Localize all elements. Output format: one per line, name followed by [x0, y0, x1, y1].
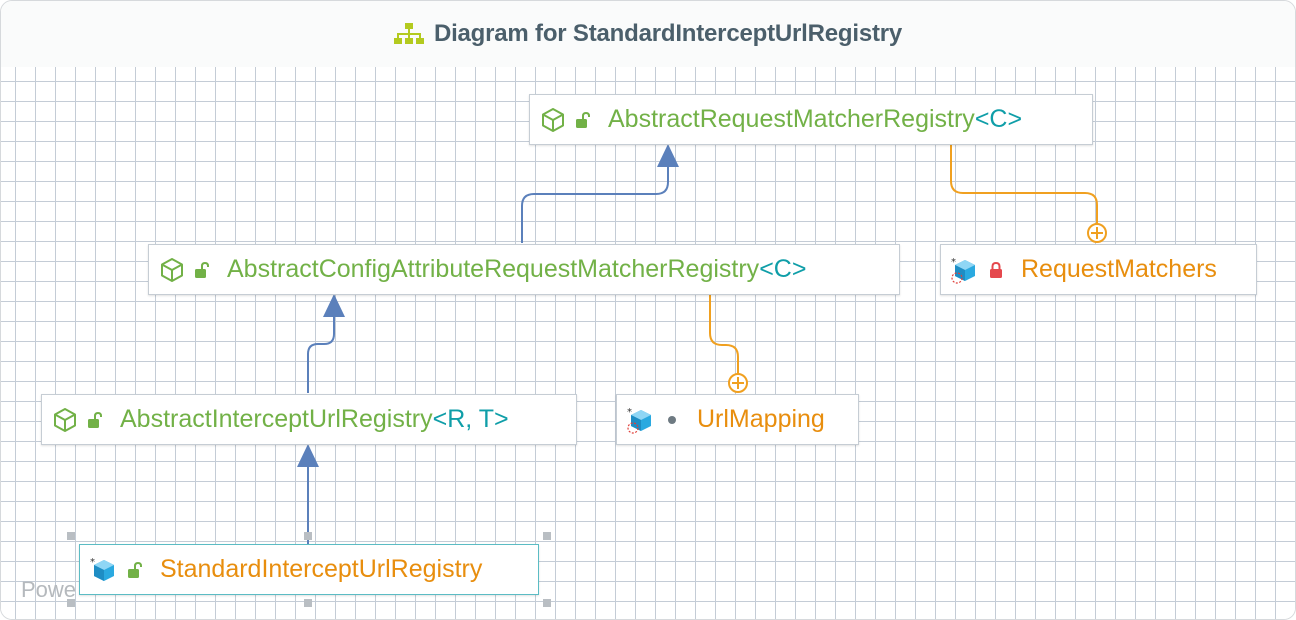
class-name: AbstractInterceptUrlRegistry — [120, 405, 433, 433]
inheritance-arrowhead — [657, 144, 679, 167]
package-private-dot-icon — [663, 411, 681, 429]
inner-class-cube-icon: * — [90, 556, 118, 584]
type-parameters: <C> — [759, 255, 807, 283]
selection-handle[interactable] — [304, 599, 312, 607]
unlocked-padlock-icon — [126, 561, 144, 579]
inner-class-circle-plus-icon — [1087, 223, 1107, 243]
abstract-class-cube-icon — [52, 407, 78, 433]
inheritance-arrowhead — [297, 444, 319, 467]
static-class-cube-icon: * — [951, 256, 979, 284]
diagram-window: Diagram for StandardInterceptUrlRegistry — [0, 0, 1296, 620]
edge-url-mapping-inner — [709, 295, 739, 374]
unlocked-padlock-icon — [574, 111, 592, 129]
inheritance-arrowhead — [323, 294, 345, 317]
selection-handle[interactable] — [67, 599, 75, 607]
node-request-matchers[interactable]: * RequestMatchers — [940, 244, 1257, 295]
node-abstract-config-attribute-request-matcher-registry[interactable]: AbstractConfigAttributeRequestMatcherReg… — [148, 244, 900, 295]
class-name: AbstractConfigAttributeRequestMatcherReg… — [227, 255, 760, 283]
inner-class-circle-plus-icon — [728, 373, 748, 393]
selection-handle[interactable] — [543, 599, 551, 607]
selection-handle[interactable] — [543, 532, 551, 540]
unlocked-padlock-icon — [193, 261, 211, 279]
type-parameters: <R, T> — [432, 405, 509, 433]
edge-intercept-url-to-config-attr — [307, 315, 335, 393]
locked-padlock-icon — [987, 261, 1005, 279]
type-parameters: <C> — [974, 105, 1023, 133]
abstract-class-cube-icon — [540, 107, 566, 133]
unlocked-padlock-icon — [86, 411, 104, 429]
edge-config-attr-to-request-matcher — [521, 165, 669, 243]
svg-text:*: * — [90, 557, 95, 568]
node-standard-intercept-url-registry[interactable]: * StandardInterceptUrlRegistry — [79, 544, 539, 595]
class-name: AbstractRequestMatcherRegistry — [608, 105, 975, 133]
class-name: RequestMatchers — [1021, 255, 1217, 283]
abstract-class-cube-icon — [159, 257, 185, 283]
node-abstract-request-matcher-registry[interactable]: AbstractRequestMatcherRegistry<C> — [529, 94, 1093, 145]
edge-request-matchers-inner — [950, 145, 1098, 224]
node-abstract-intercept-url-registry[interactable]: AbstractInterceptUrlRegistry<R, T> — [41, 394, 577, 445]
class-name: StandardInterceptUrlRegistry — [160, 555, 483, 583]
selection-handle[interactable] — [67, 532, 75, 540]
static-class-cube-icon: * — [627, 406, 655, 434]
node-url-mapping[interactable]: * UrlMapping — [616, 394, 859, 445]
svg-text:*: * — [951, 257, 956, 268]
class-name: UrlMapping — [697, 405, 825, 433]
svg-text:*: * — [627, 407, 632, 418]
selection-handle[interactable] — [304, 532, 312, 540]
